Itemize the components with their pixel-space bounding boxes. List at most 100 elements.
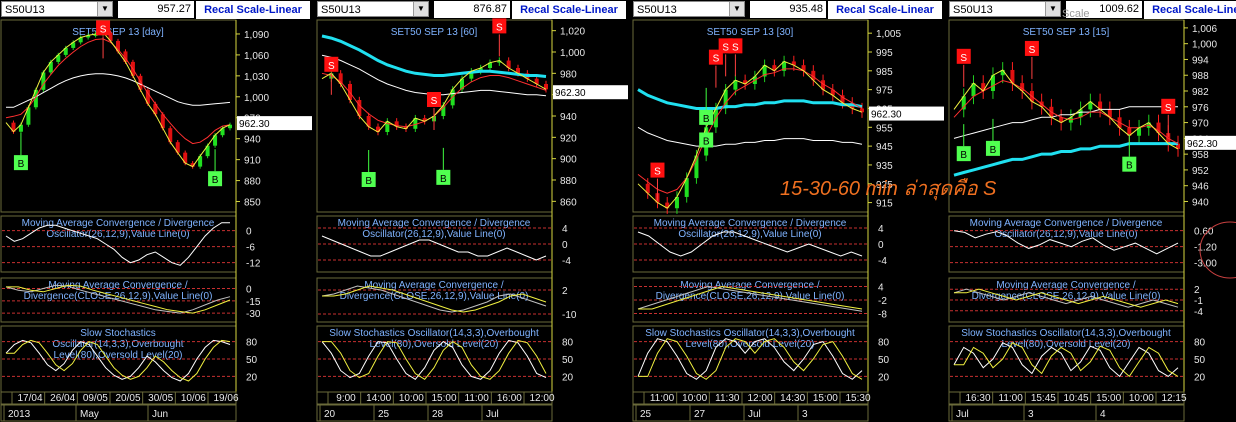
time-label: 11:30 [715, 393, 740, 404]
price-tick-label: 970 [1192, 119, 1209, 130]
stoch-title-line: Slow Stochastics [80, 328, 156, 339]
stoch-title-line: Level(80),Oversold Level(20) [686, 339, 815, 350]
time-label: 11:00 [999, 393, 1024, 404]
stoch-title-line: Slow Stochastics Oscillator(14,3,3),Over… [645, 328, 855, 339]
time-label: 15:00 [813, 393, 838, 404]
mid-ma-line [637, 126, 863, 147]
macd1-tick-label: 0 [562, 240, 568, 251]
stoch-tick-label: 50 [1194, 355, 1206, 366]
fast-ma-line [5, 38, 231, 145]
stoch-tick-label: 80 [878, 338, 890, 349]
macd1-title-line: Moving Average Convergence / Divergence [338, 218, 531, 229]
macd1-tick-label: -6 [246, 243, 255, 254]
signal-label: S [328, 61, 335, 72]
price-tick-label: 976 [1192, 103, 1209, 114]
macd2-title-line: Moving Average Convergence / [364, 280, 504, 291]
price-line [953, 69, 1179, 150]
fast-ma-line [953, 79, 1179, 145]
chart-svg: 1,0901,0601,0301,000970940910880850SET50… [0, 19, 312, 422]
price-tick-label: 985 [876, 67, 893, 78]
stoch-title-line: Slow Stochastics Oscillator(14,3,3),Over… [329, 328, 539, 339]
macd2-tick-label: 2 [562, 286, 568, 297]
time-label: 14:30 [780, 393, 805, 404]
time-label: 15:00 [431, 393, 456, 404]
signal-label: B [703, 114, 710, 125]
stoch-tick-label: 50 [878, 355, 890, 366]
stoch-tick-label: 80 [246, 338, 258, 349]
price-tick-label: 910 [244, 156, 261, 167]
macd1-tick-label: -3.00 [1194, 259, 1217, 270]
price-tick-label: 955 [876, 123, 893, 134]
macd1-tick-label: 4 [878, 224, 884, 235]
price-tick-label: 940 [1192, 197, 1209, 208]
stoch-title-line: Oscillator(14,3,3),Overbought [52, 339, 183, 350]
period-label: May [80, 409, 99, 420]
macd1-tick-label: 0 [246, 227, 252, 238]
time-label: 15:30 [845, 393, 870, 404]
price-tick-label: 1,060 [244, 51, 269, 62]
chart-panel-3: S50U13 ▼ 935.48 Recal Scale-Linear 1,005 995 9… [632, 0, 944, 422]
time-label: 30/05 [148, 393, 173, 404]
chart-title: SET50 SEP 13 [15] [1023, 27, 1110, 38]
period-label: Jul [748, 409, 761, 420]
annotation-text: 15-30-60 min ล่าสุดคือ S [780, 178, 997, 200]
stoch-title-line: Level(80),Oversold Level(20) [1002, 339, 1131, 350]
time-label: 10:00 [399, 393, 424, 404]
time-label: 9:00 [336, 393, 356, 404]
time-label: 20/05 [115, 393, 140, 404]
price-tick-label: 952 [1192, 166, 1209, 177]
macd1-tick-label: -4 [878, 256, 887, 267]
stoch-title-line: Level(80),Oversold Level(20) [370, 339, 499, 350]
signal-label: B [440, 174, 447, 185]
macd1-title-line: Moving Average Convergence / Divergence [970, 218, 1163, 229]
time-label: 14:00 [366, 393, 391, 404]
signal-label: S [732, 42, 739, 53]
period-label: 4 [1100, 409, 1106, 420]
macd1-title-line: Moving Average Convergence / Divergence [654, 218, 847, 229]
period-label: 25 [378, 409, 390, 420]
price-tick-label: 975 [876, 86, 893, 97]
price-tick-label: 935 [876, 161, 893, 172]
time-label: 17/04 [17, 393, 42, 404]
macd2-tick-label: -2 [878, 296, 887, 307]
time-label: 16:00 [497, 393, 522, 404]
macd1-tick-label: 4 [562, 224, 568, 235]
macd2-title-line: Divergence(CLOSE,26,12,9),Value Line(0) [340, 291, 529, 302]
macd1-tick-label: -12 [246, 259, 261, 270]
mid-ma-line [953, 106, 1178, 139]
price-tick-label: 880 [560, 176, 577, 187]
time-label: 12:00 [529, 393, 554, 404]
time-label: 15:00 [1096, 393, 1121, 404]
current-price-label: 962.30 [555, 88, 586, 99]
macd1-tick-label: 0 [878, 240, 884, 251]
price-tick-label: 1,020 [560, 27, 585, 38]
price-tick-label: 995 [876, 48, 893, 59]
time-label: 15:45 [1031, 393, 1056, 404]
stoch-tick-label: 50 [562, 355, 574, 366]
chart-svg: 1,005995985975965955945935925915SET50 SE… [632, 19, 944, 422]
macd2-tick-label: -8 [878, 310, 887, 321]
macd2-tick-label: 4 [878, 283, 884, 294]
period-label: 28 [432, 409, 444, 420]
price-tick-label: 940 [560, 112, 577, 123]
price-tick-label: 982 [1192, 87, 1209, 98]
scale-label: Scale [1062, 8, 1090, 20]
price-tick-label: 860 [560, 197, 577, 208]
signal-label: B [18, 159, 25, 170]
time-label: 11:00 [650, 393, 675, 404]
period-label: Jun [152, 409, 168, 420]
signal-label: S [722, 42, 729, 53]
chart-title: SET50 SEP 13 [60] [391, 27, 478, 38]
macd1-title-line: Moving Average Convergence / Divergence [22, 218, 215, 229]
chart-panel-2: S50U13 ▼ 876.87 Recal Scale-Linear 1,020 1,00… [316, 0, 628, 422]
signal-label: S [431, 96, 438, 107]
stoch-tick-label: 20 [246, 372, 258, 383]
price-tick-label: 1,000 [244, 93, 269, 104]
signal-label: S [496, 22, 503, 33]
time-label: 10:00 [1129, 393, 1154, 404]
price-tick-label: 980 [560, 69, 577, 80]
price-tick-label: 1,006 [1192, 24, 1217, 35]
chart-svg: 1,0061,000994988982976970964958952946940… [948, 19, 1236, 422]
price-tick-label: 1,030 [244, 72, 269, 83]
price-tick-label: 988 [1192, 71, 1209, 82]
